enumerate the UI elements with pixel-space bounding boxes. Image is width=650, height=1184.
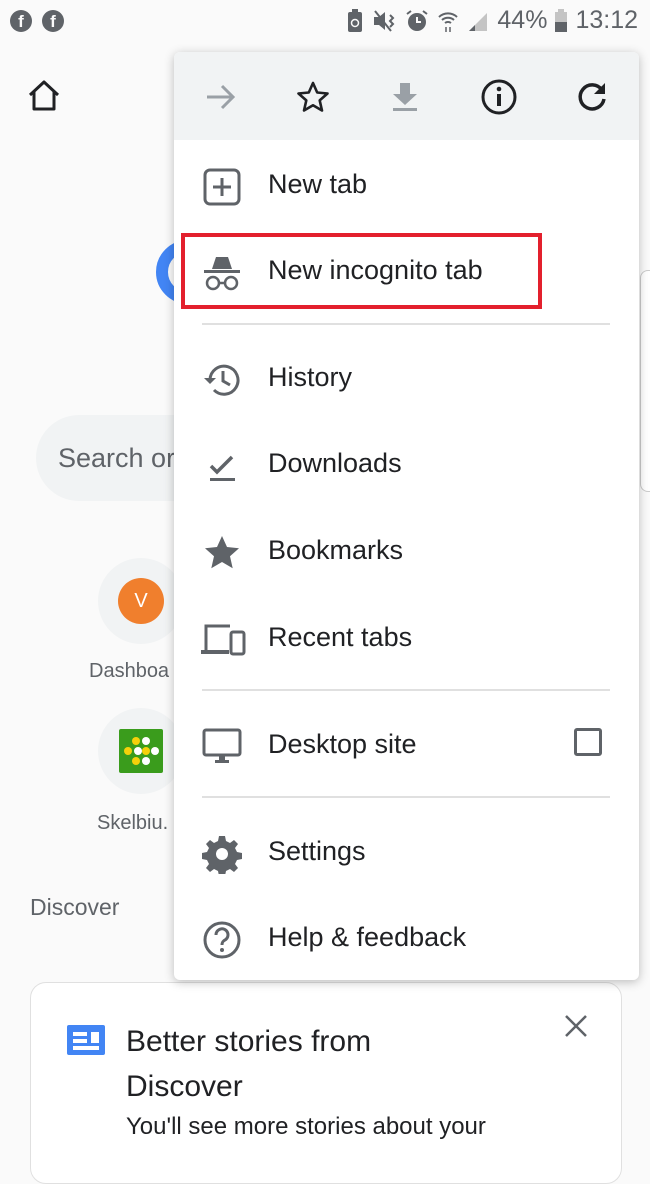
vibrate-mute-icon	[374, 9, 395, 32]
facebook-icon: f	[10, 10, 32, 32]
menu-item-settings[interactable]: Settings	[174, 810, 639, 896]
news-icon	[67, 1025, 105, 1055]
download-icon	[393, 83, 417, 111]
info-icon	[481, 79, 517, 115]
downloads-icon	[209, 455, 235, 481]
arrow-forward-icon	[207, 84, 236, 110]
close-icon[interactable]	[561, 1011, 591, 1041]
shortcut-label: Skelbiu.	[97, 812, 169, 834]
page-info-button[interactable]	[476, 74, 522, 120]
menu-item-label: Settings	[268, 836, 366, 866]
shortcut-dashboard[interactable]: V	[98, 558, 184, 644]
menu-divider	[202, 796, 610, 798]
bookmark-button[interactable]	[290, 74, 336, 120]
menu-item-history[interactable]: History	[174, 336, 639, 422]
forward-button[interactable]	[198, 74, 244, 120]
menu-item-label: Desktop site	[268, 729, 417, 759]
status-bar: f f 44% 13:12	[0, 0, 650, 45]
recent-tabs-icon	[201, 624, 246, 656]
menu-item-desktop-site[interactable]: Desktop site	[174, 703, 639, 789]
star-outline-icon	[297, 81, 329, 112]
skelbiu-logo-icon	[119, 729, 163, 773]
menu-item-label: Help & feedback	[268, 922, 467, 952]
dashboard-favicon: V	[118, 578, 164, 624]
gear-icon	[202, 836, 242, 874]
card-title: Better stories from Discover	[126, 1025, 372, 1103]
menu-item-label: Downloads	[268, 448, 402, 478]
reload-icon	[578, 83, 606, 111]
menu-item-help-feedback[interactable]: Help & feedback	[174, 896, 639, 980]
battery-percent: 44%	[497, 6, 548, 34]
menu-item-label: Bookmarks	[268, 535, 404, 565]
card-body: You'll see more stories about your	[126, 1113, 486, 1140]
bookmarks-icon	[205, 536, 239, 569]
search-placeholder: Search or	[58, 443, 176, 473]
menu-item-recent-tabs[interactable]: Recent tabs	[174, 596, 639, 682]
menu-item-label: Recent tabs	[268, 622, 413, 652]
scroll-handle[interactable]	[640, 270, 650, 492]
reload-button[interactable]	[569, 74, 615, 120]
menu-item-downloads[interactable]: Downloads	[174, 422, 639, 508]
highlight-box	[181, 233, 542, 309]
download-button[interactable]	[382, 74, 428, 120]
home-icon	[28, 80, 60, 111]
history-icon	[204, 364, 240, 396]
home-button[interactable]	[26, 78, 62, 114]
menu-item-bookmarks[interactable]: Bookmarks	[174, 509, 639, 595]
desktop-icon	[202, 728, 242, 763]
menu-toolbar	[174, 52, 639, 140]
battery-saver-icon	[348, 8, 363, 32]
help-icon	[203, 921, 241, 959]
overflow-menu: New tab New incognito tab History Downlo…	[174, 52, 639, 980]
menu-divider	[202, 689, 610, 691]
facebook-icon: f	[42, 10, 64, 32]
desktop-site-checkbox[interactable]	[574, 728, 602, 756]
alarm-icon	[406, 9, 428, 31]
discover-heading: Discover	[30, 894, 120, 920]
discover-card: Better stories from Discover You'll see …	[30, 982, 622, 1184]
menu-item-new-tab[interactable]: New tab	[174, 143, 639, 229]
menu-item-label: New tab	[268, 169, 368, 199]
menu-item-label: History	[268, 362, 353, 392]
wifi-icon	[438, 11, 459, 32]
menu-divider	[202, 323, 610, 325]
signal-icon	[469, 12, 488, 31]
shortcut-label: Dashboa	[89, 660, 170, 682]
new-tab-icon	[203, 168, 241, 206]
shortcut-skelbiu[interactable]	[98, 708, 184, 794]
battery-icon	[555, 8, 568, 32]
clock: 13:12	[575, 6, 638, 34]
